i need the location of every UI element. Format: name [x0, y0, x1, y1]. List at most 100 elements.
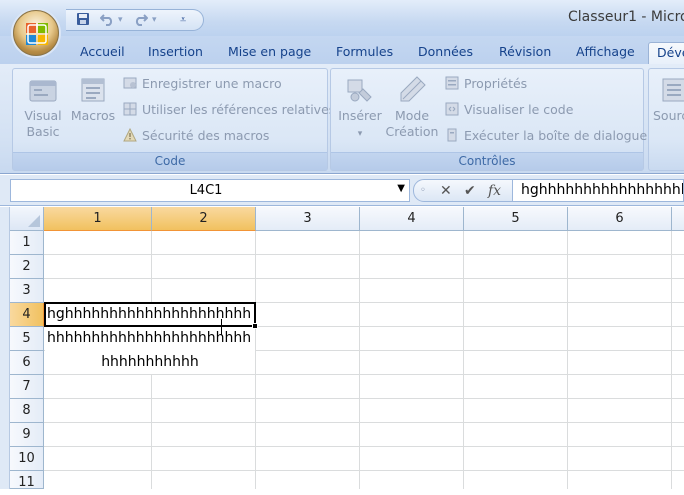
undo-dropdown-icon[interactable]: ▾	[118, 12, 123, 28]
row-header-6[interactable]: 6	[10, 351, 44, 375]
run-dialog-button[interactable]: Exécuter la boîte de dialogue	[445, 127, 647, 147]
view-code-button[interactable]: Visualiser le code	[445, 101, 573, 121]
row-header-1[interactable]: 1	[10, 231, 44, 255]
window-title: Classeur1 - Micro	[568, 9, 684, 25]
run-dialog-icon	[447, 128, 457, 142]
controls-group: Insérer ▾ Mode Création Propriétés Visua…	[330, 68, 647, 171]
tab-revision[interactable]: Révision	[491, 42, 559, 64]
row-header-9[interactable]: 9	[10, 423, 44, 447]
cell-r5[interactable]: hhhhhhhhhhhhhhhhhhhhhhh	[47, 330, 255, 346]
undo-icon[interactable]	[99, 12, 114, 28]
spreadsheet-grid[interactable]: 1 2 3 4 5 6 1 2 3 4 5 6 7 8 9 10 11 hghh…	[0, 207, 684, 490]
text-cursor-icon	[221, 319, 222, 335]
name-box-value: L4C1	[189, 183, 223, 198]
warning-icon	[123, 128, 137, 142]
resize-handle-icon[interactable]: ◦	[420, 182, 426, 200]
row-header-11[interactable]: 11	[10, 471, 44, 490]
name-box-dropdown-icon[interactable]: ▼	[397, 183, 405, 194]
record-macro-button[interactable]: Enregistrer une macro	[123, 75, 282, 95]
tab-donnees[interactable]: Données	[410, 42, 481, 64]
macro-security-label: Sécurité des macros	[142, 128, 270, 143]
relative-references-label: Utiliser les références relatives	[142, 102, 336, 117]
view-code-icon	[445, 102, 459, 116]
column-header-4[interactable]: 4	[360, 207, 464, 231]
select-all-triangle-icon	[28, 215, 40, 227]
tab-formules[interactable]: Formules	[328, 42, 401, 64]
redo-icon[interactable]	[134, 12, 149, 28]
tab-insertion[interactable]: Insertion	[140, 42, 211, 64]
insert-control-button[interactable]: Insérer ▾	[335, 75, 385, 142]
row-header-5[interactable]: 5	[10, 327, 44, 351]
macro-security-button[interactable]: Sécurité des macros	[123, 127, 269, 147]
gridline	[463, 231, 464, 489]
title-bar: ▾ ▾ ⩡ Classeur1 - Micro	[0, 0, 684, 36]
office-logo-icon	[26, 23, 48, 45]
column-header-2[interactable]: 2	[152, 207, 256, 231]
code-group: Visual Basic Macros Enregistrer une macr…	[12, 68, 335, 171]
xml-group: Sourc	[648, 68, 684, 171]
enter-icon[interactable]: ✔	[464, 182, 476, 200]
fill-handle[interactable]	[252, 323, 258, 329]
source-button[interactable]: Sourc	[653, 75, 684, 124]
tab-affichage[interactable]: Affichage	[568, 42, 643, 64]
save-icon[interactable]	[76, 12, 90, 28]
run-dialog-label: Exécuter la boîte de dialogue	[464, 128, 648, 143]
macros-button[interactable]: Macros	[69, 75, 117, 124]
cancel-icon[interactable]: ✕	[440, 182, 452, 200]
xml-source-icon	[662, 78, 684, 102]
gridline	[44, 422, 684, 423]
name-box[interactable]: L4C1 ▼	[10, 179, 410, 202]
formula-bar: L4C1 ▼ ◦ ✕ ✔ fx hghhhhhhhhhhhhhhhhh	[0, 175, 684, 206]
gridline	[44, 254, 684, 255]
gridline	[44, 470, 684, 471]
properties-icon	[445, 76, 459, 90]
formula-buttons: ◦ ✕ ✔ fx	[413, 179, 513, 202]
gridline	[44, 278, 684, 279]
controls-group-label: Contrôles	[331, 152, 643, 170]
select-all-button[interactable]	[10, 207, 44, 231]
row-header-3[interactable]: 3	[10, 279, 44, 303]
column-header-6[interactable]: 6	[568, 207, 672, 231]
visual-basic-label-1: Visual	[24, 108, 62, 123]
source-label: Sourc	[653, 108, 684, 123]
view-code-label: Visualiser le code	[464, 102, 574, 117]
properties-label: Propriétés	[464, 76, 528, 91]
design-mode-label-1: Mode	[394, 108, 430, 123]
macros-label: Macros	[70, 108, 116, 123]
column-header-5[interactable]: 5	[464, 207, 568, 231]
row-header-7[interactable]: 7	[10, 375, 44, 399]
tab-mise-en-page[interactable]: Mise en page	[220, 42, 319, 64]
visual-basic-icon	[29, 80, 57, 102]
quick-access-toolbar: ▾ ▾ ⩡	[66, 9, 204, 31]
relative-references-button[interactable]: Utiliser les références relatives	[123, 101, 335, 121]
formula-input[interactable]: hghhhhhhhhhhhhhhhhh	[513, 179, 684, 202]
properties-button[interactable]: Propriétés	[445, 75, 527, 95]
relative-references-icon	[123, 102, 137, 116]
column-header-7-partial[interactable]	[672, 207, 684, 231]
record-macro-label: Enregistrer une macro	[142, 76, 282, 91]
redo-dropdown-icon[interactable]: ▾	[152, 12, 157, 28]
row-header-8[interactable]: 8	[10, 399, 44, 423]
gridline	[567, 231, 568, 489]
insert-function-icon[interactable]: fx	[488, 182, 501, 200]
macros-icon	[81, 78, 105, 102]
column-header-1[interactable]: 1	[44, 207, 152, 231]
row-header-4[interactable]: 4	[10, 303, 44, 327]
column-header-3[interactable]: 3	[256, 207, 360, 231]
gridline	[671, 231, 672, 489]
tab-accueil[interactable]: Accueil	[72, 42, 133, 64]
ribbon: Visual Basic Macros Enregistrer une macr…	[0, 64, 684, 174]
row-header-10[interactable]: 10	[10, 447, 44, 471]
design-mode-button[interactable]: Mode Création	[385, 75, 439, 140]
visual-basic-button[interactable]: Visual Basic	[19, 75, 67, 140]
gridline	[44, 398, 684, 399]
left-border-strip	[0, 207, 10, 489]
tab-developpeur[interactable]: Déve	[648, 42, 684, 64]
design-mode-icon	[400, 76, 426, 102]
ribbon-tabs: Accueil Insertion Mise en page Formules …	[0, 36, 684, 64]
office-button[interactable]	[13, 10, 59, 56]
customize-qat-icon[interactable]: ⩡	[180, 12, 186, 28]
cell-r6[interactable]: hhhhhhhhhhh	[44, 354, 256, 370]
active-cell-border	[44, 302, 256, 327]
row-header-2[interactable]: 2	[10, 255, 44, 279]
